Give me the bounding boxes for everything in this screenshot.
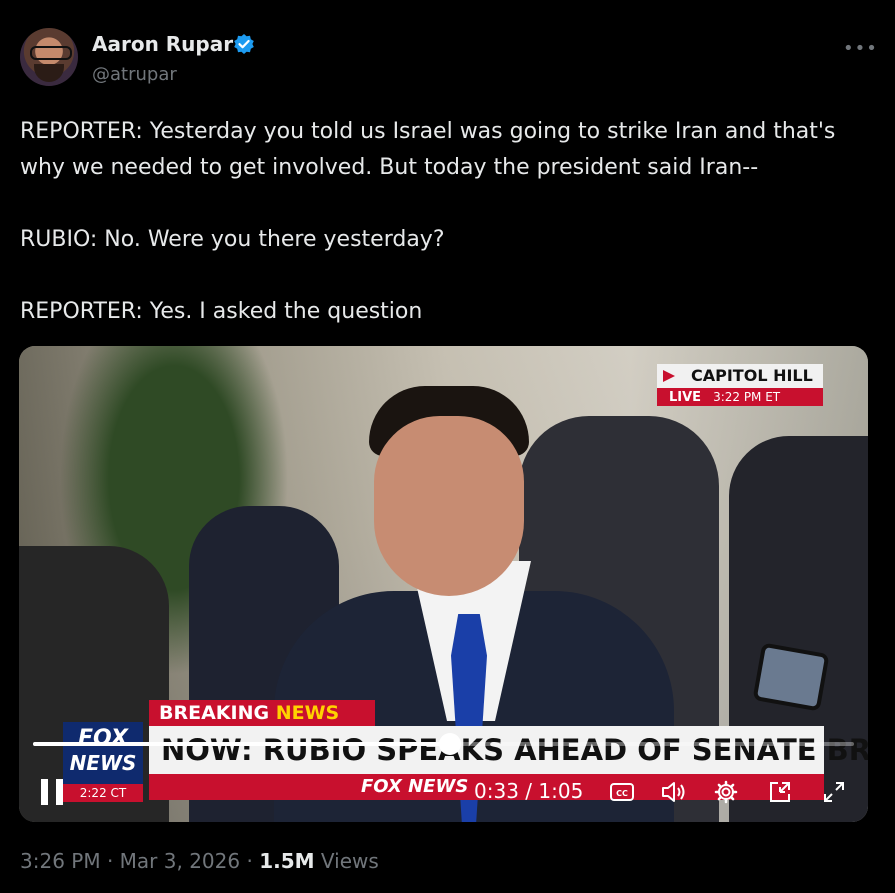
svg-text:CC: CC bbox=[616, 789, 628, 798]
author-handle[interactable]: @atrupar bbox=[92, 64, 177, 85]
video-scrubber-handle[interactable] bbox=[439, 733, 462, 755]
tweet-meta: 3:26 PM · Mar 3, 2026 · 1.5M Views bbox=[20, 849, 379, 873]
video-controls: 0:33 / 1:05 CC bbox=[19, 771, 868, 811]
chyron-headline: NOW: RUBIO SPEAKS AHEAD OF SENATE BRIEFI… bbox=[149, 726, 868, 774]
breaking-word: BREAKING bbox=[159, 702, 270, 724]
live-label: LIVE bbox=[669, 390, 702, 405]
separator: · bbox=[246, 849, 253, 873]
fullscreen-icon[interactable] bbox=[819, 777, 849, 807]
views-label: Views bbox=[320, 849, 379, 873]
avatar[interactable] bbox=[20, 28, 78, 86]
author-name[interactable]: Aaron Rupar bbox=[92, 32, 233, 56]
more-options-icon[interactable]: ••• bbox=[843, 38, 878, 59]
location-label: CAPITOL HILL bbox=[657, 364, 823, 388]
tweet-paragraph: RUBIO: No. Were you there yesterday? bbox=[20, 227, 445, 252]
verified-badge-icon bbox=[234, 34, 254, 54]
tweet-paragraph: REPORTER: Yesterday you told us Israel w… bbox=[20, 119, 836, 180]
gear-icon[interactable] bbox=[711, 777, 741, 807]
breaking-news-label: BREAKING NEWS bbox=[149, 700, 375, 726]
network-logo-line1: FOX bbox=[78, 726, 128, 751]
avatar-beard bbox=[34, 64, 64, 82]
tweet-paragraph: REPORTER: Yes. I asked the question bbox=[20, 299, 423, 324]
views-count: 1.5M bbox=[259, 849, 315, 873]
closed-captions-icon[interactable]: CC bbox=[607, 777, 637, 807]
volume-icon[interactable] bbox=[659, 777, 689, 807]
separator: · bbox=[106, 849, 114, 873]
news-word: NEWS bbox=[275, 702, 340, 724]
tweet-time[interactable]: 3:26 PM bbox=[20, 849, 101, 873]
video-speaker-face bbox=[374, 416, 524, 596]
tweet-date[interactable]: Mar 3, 2026 bbox=[120, 849, 240, 873]
pause-icon[interactable] bbox=[41, 779, 63, 805]
duration: 1:05 bbox=[538, 779, 584, 803]
tweet-text: REPORTER: Yesterday you told us Israel w… bbox=[20, 114, 880, 330]
location-banner: CAPITOL HILL LIVE 3:22 PM ET bbox=[657, 364, 823, 408]
picture-in-picture-icon[interactable] bbox=[765, 777, 795, 807]
video-scrubber[interactable] bbox=[33, 733, 854, 755]
live-bar: LIVE 3:22 PM ET bbox=[657, 388, 823, 406]
video-player[interactable]: CAPITOL HILL LIVE 3:22 PM ET BREAKING NEW… bbox=[19, 346, 868, 822]
current-time: 0:33 bbox=[474, 779, 519, 803]
avatar-glasses bbox=[30, 46, 72, 60]
live-time: 3:22 PM ET bbox=[713, 390, 781, 404]
video-time: 0:33 / 1:05 bbox=[474, 779, 584, 803]
video-phone bbox=[752, 642, 830, 712]
video-progress-fill bbox=[33, 742, 451, 746]
